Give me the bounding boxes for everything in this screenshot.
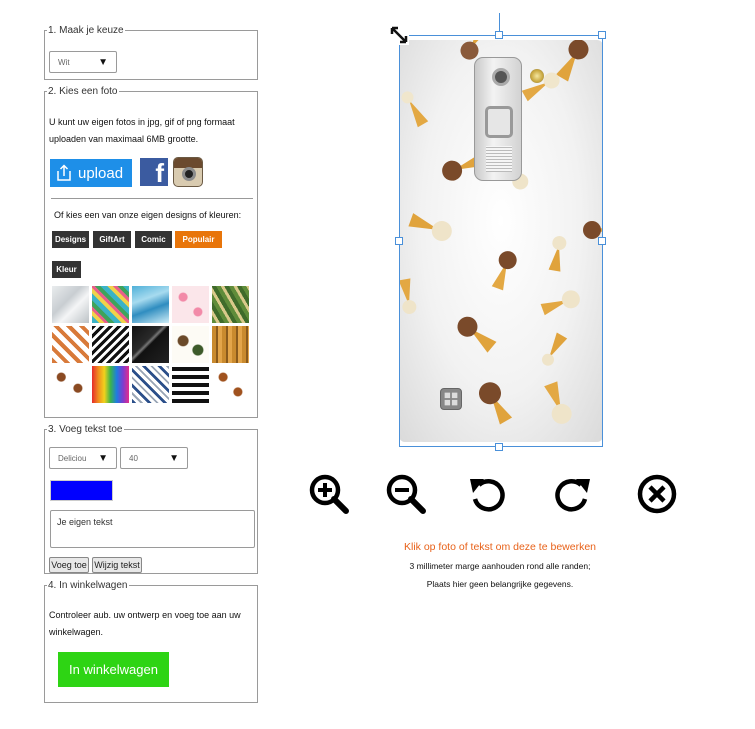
color-select[interactable]: Wit ▼ <box>49 51 117 73</box>
size-select-value: 40 <box>129 453 138 463</box>
resize-handle-top-right[interactable] <box>598 31 606 39</box>
designs-prompt: Of kies een van onze eigen designs of kl… <box>54 210 242 220</box>
font-select-value: Deliciou <box>58 453 87 463</box>
icecream-cones-tile[interactable] <box>52 366 89 403</box>
facebook-icon[interactable]: f <box>140 158 168 186</box>
camera-module <box>474 57 522 181</box>
resize-handle-bottom[interactable] <box>495 443 503 451</box>
black-marble-tile[interactable] <box>132 326 169 363</box>
flamingo-tile[interactable] <box>172 286 209 323</box>
upload-label: upload <box>78 164 124 182</box>
add-to-cart-button[interactable]: In winkelwagen <box>58 652 169 687</box>
text-color-picker[interactable] <box>50 480 113 501</box>
palm-leaves-tile[interactable] <box>212 286 249 323</box>
lips-pattern-tile[interactable] <box>212 366 249 403</box>
margin-hint: 3 millimeter marge aanhouden rond alle r… <box>409 561 591 571</box>
step2-legend: 2. Kies een foto <box>48 86 118 97</box>
rotate-right-icon[interactable] <box>551 473 593 515</box>
camera-button <box>485 106 513 138</box>
marble-white-tile[interactable] <box>52 286 89 323</box>
zoom-out-icon[interactable] <box>385 473 427 515</box>
tab-comic[interactable]: Comic <box>135 231 172 248</box>
resize-icon[interactable] <box>389 25 409 45</box>
chevron-down-icon: ▼ <box>169 452 179 464</box>
tab-kleur[interactable]: Kleur <box>52 261 81 278</box>
font-select[interactable]: Deliciou ▼ <box>49 447 117 469</box>
zoom-in-icon[interactable] <box>308 473 350 515</box>
melting-crayons-tile[interactable] <box>92 366 129 403</box>
step4-panel: 4. In winkelwagen Controleer aub. uw ont… <box>44 580 258 703</box>
step4-legend: 4. In winkelwagen <box>48 580 128 591</box>
step3-panel: 3. Voeg tekst toe Deliciou ▼ 40 ▼ Je eig… <box>44 424 258 574</box>
text-input[interactable]: Je eigen tekst <box>50 510 255 548</box>
delete-icon[interactable] <box>636 473 678 515</box>
color-select-value: Wit <box>58 57 70 67</box>
blue-chevron-tile[interactable] <box>132 366 169 403</box>
resize-handle-top[interactable] <box>495 31 503 39</box>
rotate-left-icon[interactable] <box>467 473 509 515</box>
bamboo-tile[interactable] <box>212 326 249 363</box>
tab-populair[interactable]: Populair <box>175 231 222 248</box>
edit-text-button[interactable]: Wijzig tekst <box>92 557 142 573</box>
autumn-leaves-tile[interactable] <box>172 326 209 363</box>
step1-legend: 1. Maak je keuze <box>48 25 124 36</box>
text-input-placeholder: Je eigen tekst <box>57 517 113 527</box>
zigzag-chevron-tile[interactable] <box>92 326 129 363</box>
chevron-down-icon: ▼ <box>98 452 108 464</box>
brush-stripes-tile[interactable] <box>172 366 209 403</box>
size-select[interactable]: 40 ▼ <box>120 447 188 469</box>
tab-giftart[interactable]: GiftArt <box>93 231 131 248</box>
tropical-pineapple-tile[interactable] <box>92 286 129 323</box>
flash-icon <box>530 69 544 83</box>
tab-designs[interactable]: Designs <box>52 231 89 248</box>
resize-handle-left[interactable] <box>395 237 403 245</box>
divider <box>51 198 253 199</box>
chevron-down-icon: ▼ <box>98 56 108 68</box>
upload-icon <box>57 164 71 181</box>
step1-panel: 1. Maak je keuze Wit ▼ <box>44 25 258 80</box>
move-icon[interactable] <box>440 388 462 410</box>
instagram-icon[interactable] <box>173 157 203 187</box>
cart-instructions: Controleer aub. uw ontwerp en voeg toe a… <box>49 610 241 637</box>
edit-hint: Klik op foto of tekst om deze te bewerke… <box>403 541 597 553</box>
camera-lens-icon <box>492 68 510 86</box>
blue-marble-tile[interactable] <box>132 286 169 323</box>
step3-legend: 3. Voeg tekst toe <box>48 424 123 435</box>
design-grid <box>52 286 250 403</box>
speaker-grill <box>486 146 512 172</box>
important-hint: Plaats hier geen belangrijke gegevens. <box>426 579 574 589</box>
upload-button[interactable]: upload <box>50 159 132 187</box>
add-text-button[interactable]: Voeg toe <box>49 557 89 573</box>
hotdog-pattern-tile[interactable] <box>52 326 89 363</box>
step2-panel: 2. Kies een foto U kunt uw eigen fotos i… <box>44 86 258 418</box>
upload-instructions: U kunt uw eigen fotos in jpg, gif of png… <box>49 117 235 144</box>
resize-handle-right[interactable] <box>598 237 606 245</box>
